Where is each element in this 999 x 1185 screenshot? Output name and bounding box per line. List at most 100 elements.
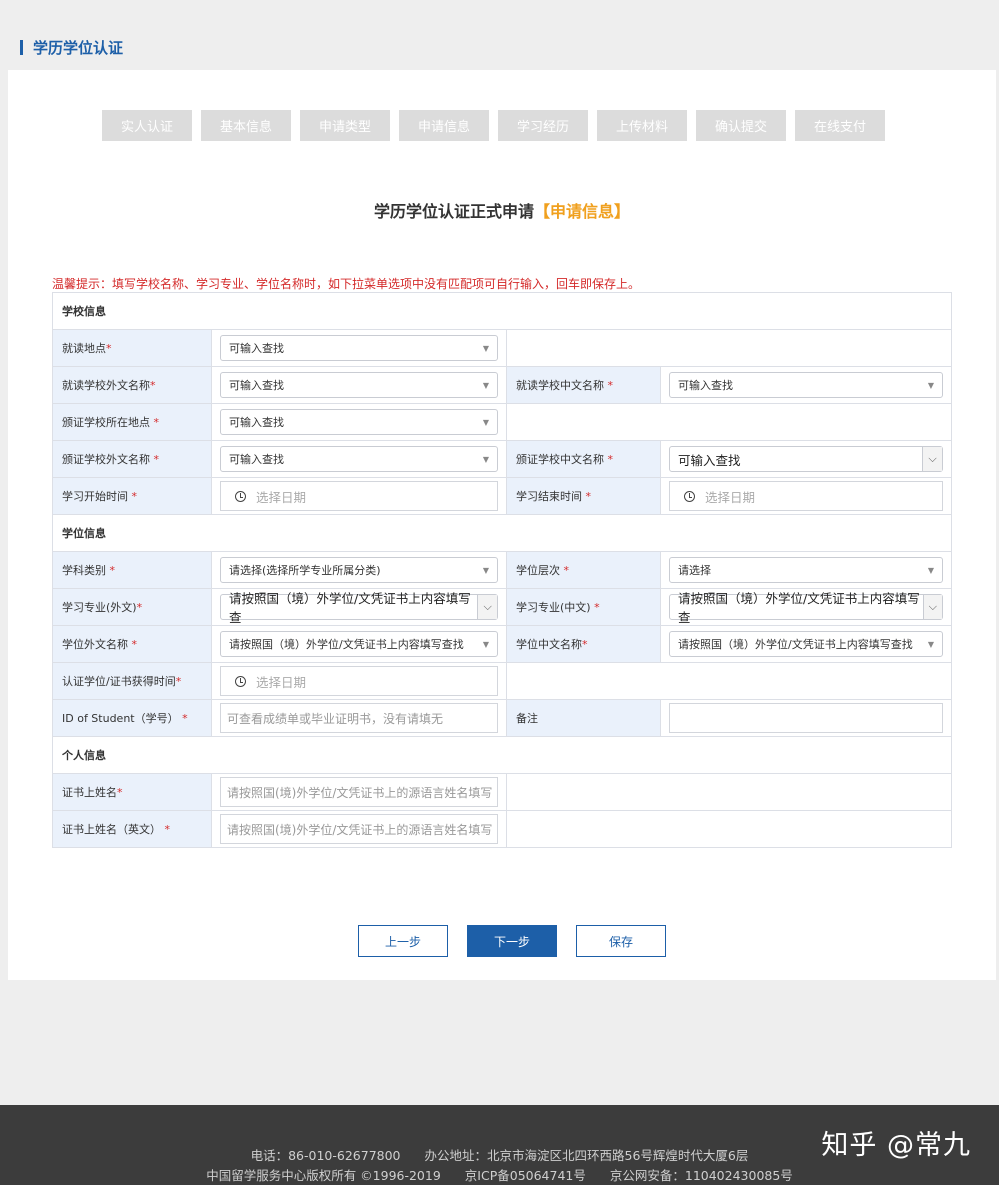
step-application-type[interactable]: 申请类型 [300, 110, 390, 141]
label-issuer-foreign: 颁证学校外文名称 * [52, 440, 212, 478]
form-row: 颁证学校所在地点 * 可输入查找 ▼ [52, 403, 952, 441]
label-name-cert: 证书上姓名* [52, 773, 212, 811]
form-row: 学科类别 * 请选择(选择所学专业所属分类) ▼ 学位层次 * 请选择 ▼ [52, 551, 952, 589]
footer-copyright: 中国留学服务中心版权所有 ©1996-2019 [206, 1168, 441, 1183]
step-bar: 实人认证 基本信息 申请类型 申请信息 学习经历 上传材料 确认提交 在线支付 [102, 110, 894, 141]
subject-select[interactable]: 请选择(选择所学专业所属分类) ▼ [220, 557, 498, 583]
label-issuer-cn: 颁证学校中文名称 * [506, 440, 661, 478]
chevron-down-icon: ▼ [927, 380, 934, 390]
obtained-date-picker[interactable]: 选择日期 [220, 666, 498, 696]
application-form: 学校信息 就读地点* 可输入查找 ▼ 就读学校外文名称* 可输入查找 ▼ 就读学校中… [52, 292, 952, 848]
label-school-cn: 就读学校中文名称 * [506, 366, 661, 404]
section-personal: 个人信息 [52, 736, 952, 774]
form-title-highlight: 【申请信息】 [534, 202, 631, 221]
clock-icon [235, 675, 246, 687]
form-row: 就读地点* 可输入查找 ▼ [52, 329, 952, 367]
step-study-history[interactable]: 学习经历 [498, 110, 588, 141]
label-student-id: ID of Student（学号） * [52, 699, 212, 737]
step-real-person[interactable]: 实人认证 [102, 110, 192, 141]
label-major-foreign: 学习专业(外文)* [52, 588, 212, 626]
school-cn-select[interactable]: 可输入查找 ▼ [669, 372, 943, 398]
label-degree-level: 学位层次 * [506, 551, 661, 589]
section-school: 学校信息 [52, 292, 952, 330]
footer-address: 办公地址：北京市海淀区北四环西路56号辉煌时代大厦6层 [424, 1148, 749, 1163]
major-cn-combobox[interactable]: 请按照国（境）外学位/文凭证书上内容填写查 ⌵ [669, 591, 943, 625]
chevron-down-icon: ▼ [482, 417, 489, 427]
form-title-main: 学历学位认证正式申请 [373, 202, 534, 221]
footer-police: 京公网安备：110402430085号 [609, 1168, 793, 1183]
step-basic-info[interactable]: 基本信息 [201, 110, 291, 141]
label-degree-foreign: 学位外文名称 * [52, 625, 212, 663]
form-card: 实人认证 基本信息 申请类型 申请信息 学习经历 上传材料 确认提交 在线支付 … [8, 70, 996, 980]
footer-icp: 京ICP备05064741号 [464, 1168, 586, 1183]
chevron-down-icon[interactable]: ⌵ [922, 595, 942, 619]
name-cert-en-input[interactable]: 请按照国(境)外学位/文凭证书上的源语言姓名填写 [220, 814, 498, 844]
chevron-down-icon: ▼ [482, 639, 489, 649]
issuer-foreign-select[interactable]: 可输入查找 ▼ [220, 446, 498, 472]
chevron-down-icon: ▼ [927, 565, 934, 575]
label-school-foreign: 就读学校外文名称* [52, 366, 212, 404]
page-title: 学历学位认证 [20, 36, 123, 58]
issuer-location-select[interactable]: 可输入查找 ▼ [220, 409, 498, 435]
form-row: ID of Student（学号） * 可查看成绩单或毕业证明书，没有请填无 备… [52, 699, 952, 737]
degree-cn-select[interactable]: 请按照国（境）外学位/文凭证书上内容填写查找 ▼ [669, 631, 943, 657]
step-upload[interactable]: 上传材料 [597, 110, 687, 141]
section-degree: 学位信息 [52, 514, 952, 552]
watermark: 知乎 @常九 [821, 1130, 971, 1161]
form-row: 认证学位/证书获得时间* 选择日期 [52, 662, 952, 700]
label-degree-cn: 学位中文名称* [506, 625, 661, 663]
chevron-down-icon: ▼ [482, 343, 489, 353]
label-name-cert-en: 证书上姓名（英文） * [52, 810, 212, 848]
label-obtained-time: 认证学位/证书获得时间* [52, 662, 212, 700]
label-issuer-location: 颁证学校所在地点 * [52, 403, 212, 441]
label-study-location: 就读地点* [52, 329, 212, 367]
name-cert-input[interactable]: 请按照国(境)外学位/文凭证书上的源语言姓名填写 [220, 777, 498, 807]
section-row: 学校信息 [52, 292, 952, 330]
action-buttons: 上一步 下一步 保存 [358, 925, 685, 957]
label-end-time: 学习结束时间 * [506, 477, 661, 515]
end-date-picker[interactable]: 选择日期 [669, 481, 943, 511]
chevron-down-icon: ▼ [927, 639, 934, 649]
chevron-down-icon: ▼ [482, 454, 489, 464]
form-row: 学位外文名称 * 请按照国（境）外学位/文凭证书上内容填写查找 ▼ 学位中文名称*… [52, 625, 952, 663]
major-foreign-combobox[interactable]: 请按照国（境）外学位/文凭证书上内容填写查 ⌵ [220, 591, 498, 625]
form-row: 证书上姓名* 请按照国(境)外学位/文凭证书上的源语言姓名填写 [52, 773, 952, 811]
student-id-input[interactable]: 可查看成绩单或毕业证明书，没有请填无 [220, 703, 498, 733]
study-location-select[interactable]: 可输入查找 ▼ [220, 335, 498, 361]
step-payment[interactable]: 在线支付 [795, 110, 885, 141]
label-start-time: 学习开始时间 * [52, 477, 212, 515]
clock-icon [235, 490, 246, 502]
section-row: 个人信息 [52, 736, 952, 774]
form-title: 学历学位认证正式申请【申请信息】 [8, 198, 996, 222]
degree-foreign-select[interactable]: 请按照国（境）外学位/文凭证书上内容填写查找 ▼ [220, 631, 498, 657]
footer-phone: 电话：86-010-62677800 [250, 1148, 401, 1163]
page-title-text: 学历学位认证 [33, 38, 124, 57]
label-remark: 备注 [506, 699, 661, 737]
chevron-down-icon: ▼ [482, 565, 489, 575]
form-row: 颁证学校外文名称 * 可输入查找 ▼ 颁证学校中文名称 * 可输入查找 ⌵ [52, 440, 952, 478]
issuer-cn-combobox[interactable]: 可输入查找 ⌵ [669, 446, 943, 472]
step-application-info[interactable]: 申请信息 [399, 110, 489, 141]
next-button[interactable]: 下一步 [467, 925, 557, 957]
form-row: 学习专业(外文)* 请按照国（境）外学位/文凭证书上内容填写查 ⌵ 学习专业(中文… [52, 588, 952, 626]
label-major-cn: 学习专业(中文) * [506, 588, 661, 626]
chevron-down-icon[interactable]: ⌵ [922, 447, 942, 471]
form-row: 就读学校外文名称* 可输入查找 ▼ 就读学校中文名称 * 可输入查找 ▼ [52, 366, 952, 404]
title-accent-bar [20, 39, 23, 55]
clock-icon [684, 490, 695, 502]
section-row: 学位信息 [52, 514, 952, 552]
degree-level-select[interactable]: 请选择 ▼ [669, 557, 943, 583]
step-confirm[interactable]: 确认提交 [696, 110, 786, 141]
warm-tip: 温馨提示：填写学校名称、学习专业、学位名称时，如下拉菜单选项中没有匹配项可自行输… [52, 277, 641, 291]
form-row: 证书上姓名（英文） * 请按照国(境)外学位/文凭证书上的源语言姓名填写 [52, 810, 952, 848]
chevron-down-icon: ▼ [482, 380, 489, 390]
label-subject: 学科类别 * [52, 551, 212, 589]
chevron-down-icon[interactable]: ⌵ [477, 595, 497, 619]
school-foreign-select[interactable]: 可输入查找 ▼ [220, 372, 498, 398]
save-button[interactable]: 保存 [576, 925, 666, 957]
remark-input[interactable] [669, 703, 943, 733]
footer-line-2: 中国留学服务中心版权所有 ©1996-2019 京ICP备05064741号 京公网… [0, 1165, 999, 1184]
form-row: 学习开始时间 * 选择日期 学习结束时间 * 选择日期 [52, 477, 952, 515]
start-date-picker[interactable]: 选择日期 [220, 481, 498, 511]
prev-button[interactable]: 上一步 [358, 925, 448, 957]
